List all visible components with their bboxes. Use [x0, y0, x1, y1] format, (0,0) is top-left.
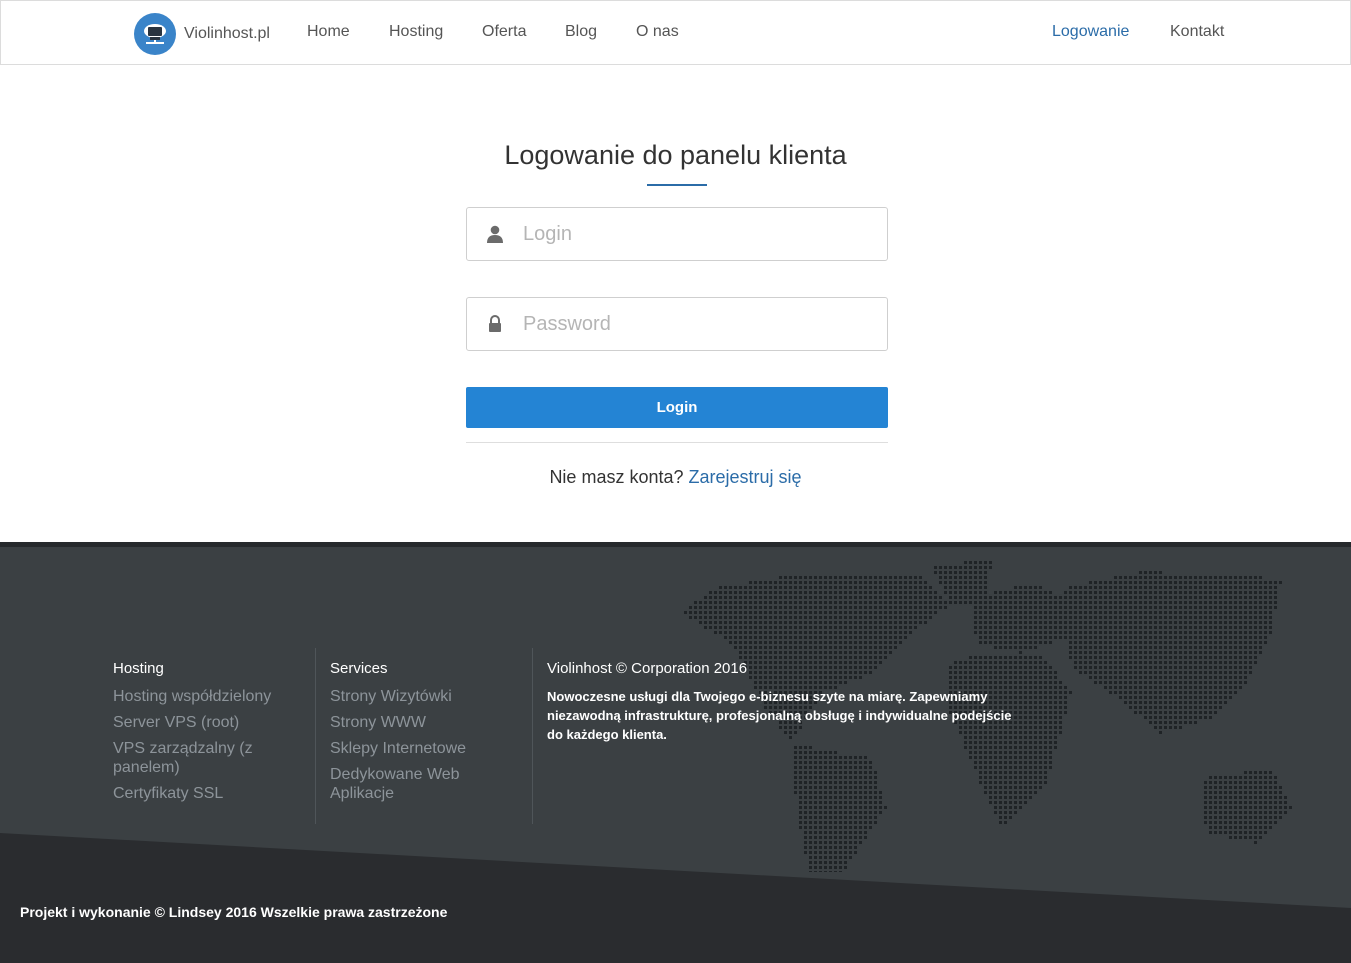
password-field[interactable] [466, 297, 888, 351]
password-input[interactable] [521, 299, 875, 349]
brand-name: Violinhost.pl [184, 25, 270, 42]
footer-link-hosting-wspoldzielony[interactable]: Hosting współdzielony [113, 687, 293, 706]
footer-separator [315, 648, 316, 824]
nav-logowanie[interactable]: Logowanie [1052, 23, 1129, 41]
footer-separator [532, 648, 533, 824]
footer-col-hosting: Hosting Hosting współdzielony Server VPS… [113, 660, 293, 810]
nav-blog[interactable]: Blog [565, 23, 597, 41]
login-input[interactable] [521, 209, 875, 259]
footer-link-dedykowane-web-aplikacje[interactable]: Dedykowane Web Aplikacje [330, 765, 510, 803]
nav-hosting[interactable]: Hosting [389, 23, 443, 41]
footer-link-certyfikaty-ssl[interactable]: Certyfikaty SSL [113, 784, 293, 803]
brand[interactable]: Violinhost.pl [134, 13, 270, 55]
footer-link-sklepy-internetowe[interactable]: Sklepy Internetowe [330, 739, 510, 758]
form-divider [466, 442, 888, 443]
nav-oferta[interactable]: Oferta [482, 23, 526, 41]
nav-kontakt[interactable]: Kontakt [1170, 23, 1224, 41]
top-navbar: Violinhost.pl Home Hosting Oferta Blog O… [0, 0, 1351, 65]
login-button[interactable]: Login [466, 387, 888, 428]
footer-services-title: Services [330, 660, 388, 677]
footer-col-services: Services Strony Wizytówki Strony WWW Skl… [330, 660, 510, 810]
footer-link-vps-zarzadzalny[interactable]: VPS zarządzalny (z panelem) [113, 739, 293, 777]
footer-col-about: Violinhost © Corporation 2016 Nowoczesne… [547, 660, 1017, 744]
nav-o-nas[interactable]: O nas [636, 23, 679, 41]
footer-about-text: Nowoczesne usługi dla Twojego e-biznesu … [547, 689, 1012, 742]
footer-link-server-vps[interactable]: Server VPS (root) [113, 713, 293, 732]
user-icon [487, 225, 503, 243]
title-underline [647, 184, 707, 186]
footer-link-strony-www[interactable]: Strony WWW [330, 713, 510, 732]
nav-home[interactable]: Home [307, 23, 350, 41]
footer-copyright: Projekt i wykonanie © Lindsey 2016 Wszel… [20, 904, 448, 920]
footer-about-title: Violinhost © Corporation 2016 [547, 660, 748, 677]
no-account-text: Nie masz konta? [549, 467, 684, 487]
page-title: Logowanie do panelu klienta [504, 140, 847, 170]
login-field[interactable] [466, 207, 888, 261]
footer-hosting-title: Hosting [113, 660, 164, 677]
footer-link-strony-wizytowki[interactable]: Strony Wizytówki [330, 687, 510, 706]
register-prompt: Nie masz konta? Zarejestruj się [0, 467, 1351, 488]
cloud-server-icon [134, 13, 176, 55]
lock-icon [487, 315, 503, 333]
register-link[interactable]: Zarejestruj się [689, 467, 802, 487]
footer: Hosting Hosting współdzielony Server VPS… [0, 542, 1351, 963]
